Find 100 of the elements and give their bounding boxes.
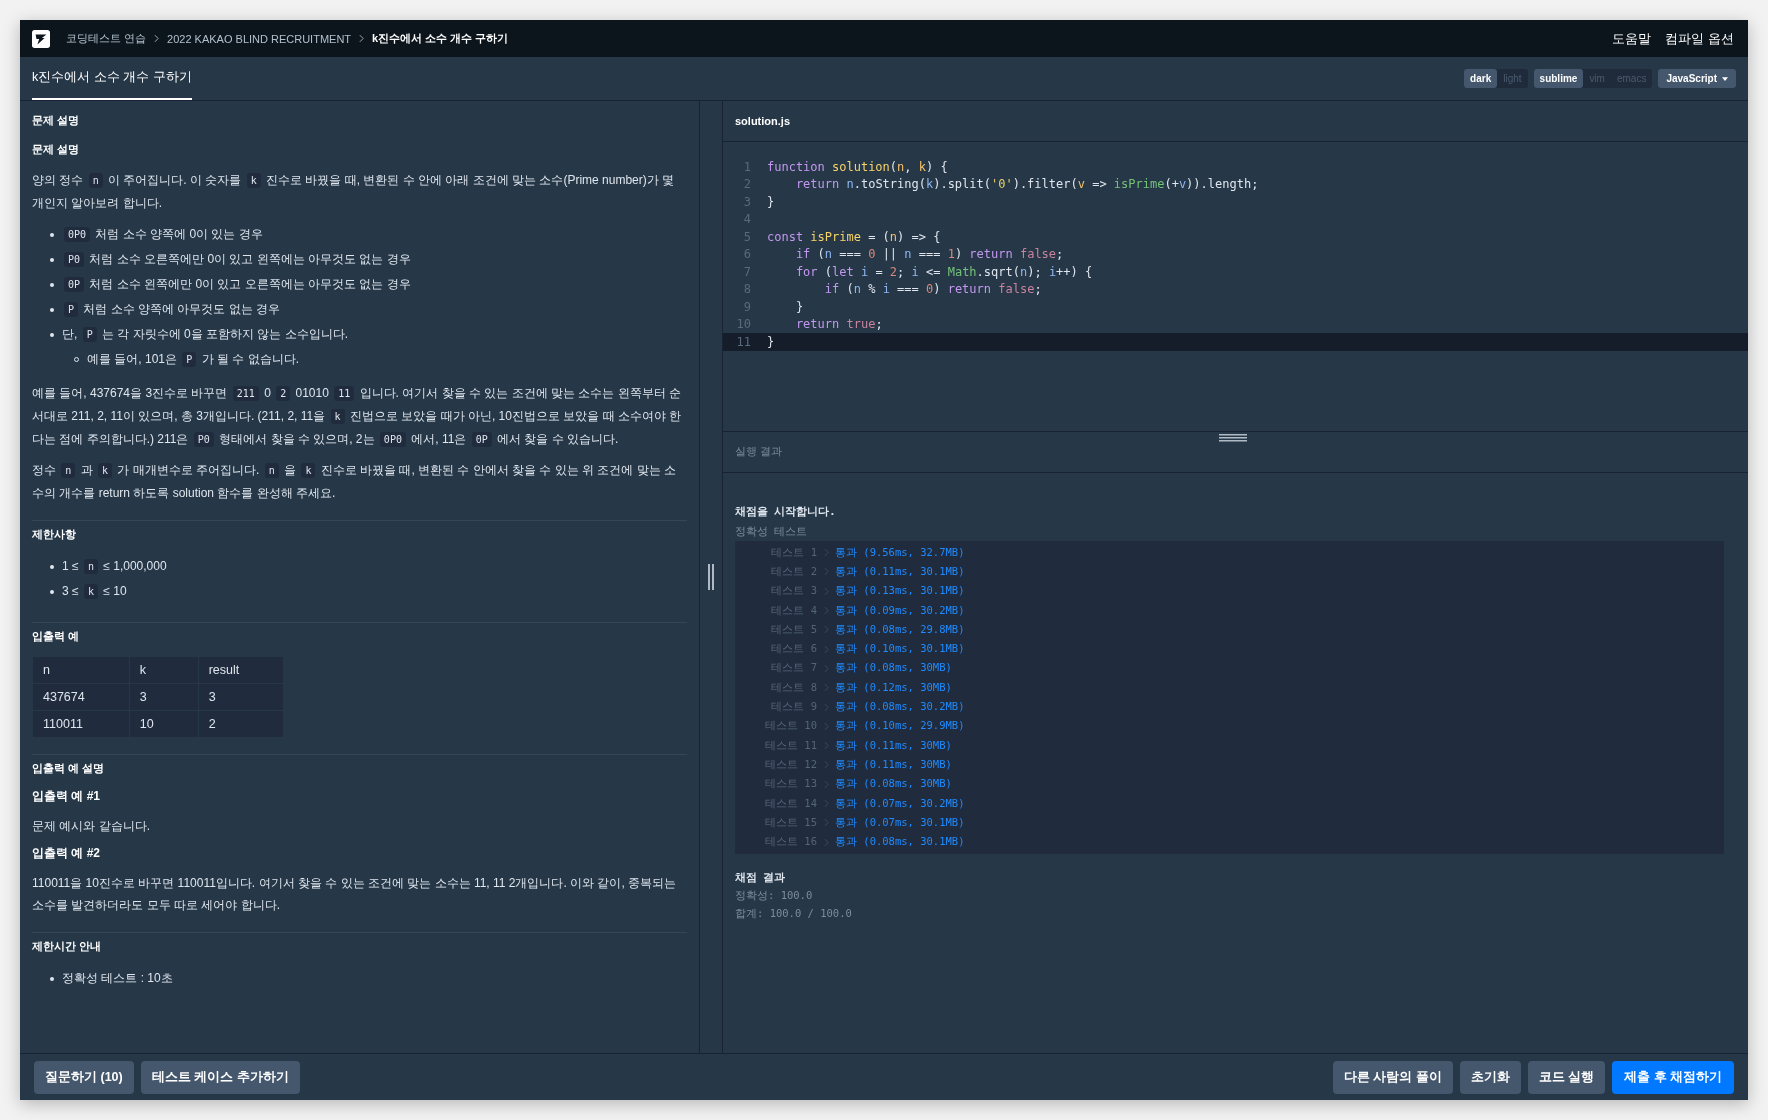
test-label: 테스트 3 — [770, 584, 817, 599]
resize-handle-icon[interactable] — [1219, 434, 1247, 442]
output-text: 합계: 100.0 / 100.0 — [735, 905, 853, 921]
subheading: 입출력 예 #1 — [32, 788, 101, 805]
section-heading: 입출력 예 — [32, 629, 81, 644]
code-line: function solution(n, k) { — [767, 159, 948, 174]
breadcrumb-link[interactable]: k진수에서 소수 개수 구하기 — [372, 31, 509, 46]
test-label: 테스트 1 — [770, 545, 817, 560]
list-item: 0P 처럼 소수 왼쪽에만 0이 있고 오른쪽에는 아무것도 없는 경우 — [62, 272, 411, 297]
action-button[interactable]: 테스트 케이스 추가하기 — [140, 1060, 300, 1094]
list-item: 0P0 처럼 소수 양쪽에 0이 있는 경우 — [62, 222, 263, 247]
header-link[interactable]: 컴파일 옵션 — [1665, 29, 1734, 48]
bullet-icon — [50, 589, 54, 594]
code-line: return true; — [794, 317, 883, 332]
action-button[interactable]: 코드 실행 — [1527, 1060, 1606, 1094]
panel-title: 실행 결과 — [735, 445, 782, 459]
header-link[interactable]: 도움말 — [1612, 29, 1652, 48]
test-label: 테스트 10 — [764, 719, 817, 734]
section-heading: 제한시간 안내 — [32, 939, 103, 954]
output-text: 정확성 테스트 — [735, 524, 809, 539]
table-header: k — [129, 656, 199, 684]
test-label: 테스트 2 — [770, 564, 817, 579]
paragraph: 정수 n 과 k 가 매개변수로 주어집니다. n 을 k 진수로 바꿨을 때, 변환된 수 안에서 찾을 수 있는 위 조건에 맞는 소수의 개수를 return 하도록 solution 함수를 완성해 주세요. — [32, 462, 678, 502]
code-line: } — [794, 299, 804, 314]
breadcrumb-link[interactable]: 코딩테스트 연습 — [66, 31, 147, 46]
bullet-icon — [50, 307, 54, 312]
test-result: 통과 (0.10ms, 30.1MB) — [835, 642, 965, 657]
table-cell: 2 — [198, 710, 284, 738]
test-label: 테스트 9 — [770, 700, 817, 714]
test-result: 통과 (0.11ms, 30.1MB) — [835, 564, 965, 579]
theme-option[interactable]: dark — [1464, 69, 1498, 88]
test-result: 통과 (0.10ms, 29.9MB) — [835, 719, 965, 734]
action-button[interactable]: 초기화 — [1459, 1060, 1521, 1094]
test-result: 통과 (0.08ms, 30MB) — [835, 661, 952, 676]
section-heading: 제한사항 — [32, 527, 77, 542]
test-result: 통과 (0.12ms, 30MB) — [835, 680, 952, 695]
list-item: 예를 들어, 101은 P 가 될 수 없습니다. — [87, 351, 300, 369]
line-number: 11 — [735, 334, 751, 349]
paragraph: 110011을 10진수로 바꾸면 110011입니다. 여기서 찾을 수 있는 조건에 맞는 소수는 11, 11 2개입니다. 이와 같이, 중복되는 소수를 발견하더라도 모두 따로 세어야 합니다. — [32, 875, 678, 914]
paragraph: 예를 들어, 437674을 3진수로 바꾸면 211 0 2 01010 11 입니다. 여기서 찾을 수 있는 조건에 맞는 소수는 왼쪽부터 순서대로 211, 2, 11이 있으며, 총 3개입니다. (211, 2, 11을 k 진법으로 보았을 때가 아닌, 10진법으로 보았을 때 소수여야 한다는 점에 주의합니다.) 211은 P0 형태에서 찾을 수 있으며, 2는 0P0 에서, 11은 0P 에서 찾을 수 있습니다. — [32, 385, 683, 449]
test-label: 테스트 5 — [770, 622, 817, 637]
code-line: return n.toString(k).split('0').filter(v => isPrime(+v)).length; — [794, 177, 1259, 192]
bullet-icon — [50, 564, 54, 569]
test-label: 테스트 8 — [770, 680, 817, 695]
test-result: 통과 (0.08ms, 30.2MB) — [835, 700, 965, 714]
list-item: 단, P 는 각 자릿수에 0을 포함하지 않는 소수입니다. — [62, 326, 349, 344]
code-line: if (n === 0 || n === 1) return false; — [794, 247, 1064, 262]
logo-icon[interactable] — [32, 29, 50, 48]
test-label: 테스트 12 — [764, 757, 817, 772]
code-line: } — [767, 194, 775, 209]
test-label: 테스트 15 — [764, 815, 817, 830]
bullet-icon — [50, 282, 54, 287]
code-line: for (let i = 2; i <= Math.sqrt(n); i++) { — [794, 264, 1093, 279]
paragraph: 문제 예시와 같습니다. — [32, 818, 151, 835]
test-result: 통과 (0.09ms, 30.2MB) — [835, 603, 965, 618]
caret-icon — [1722, 76, 1728, 81]
breadcrumb-link[interactable]: 2022 KAKAO BLIND RECRUITMENT — [167, 32, 352, 45]
chevron-icon — [154, 34, 160, 43]
test-label: 테스트 11 — [764, 738, 817, 753]
keymap-option[interactable]: sublime — [1533, 69, 1584, 88]
problem-tab[interactable]: k진수에서 소수 개수 구하기 — [32, 57, 192, 100]
table-cell: 3 — [129, 683, 199, 711]
section-heading: 입출력 예 설명 — [32, 761, 106, 776]
file-name: solution.js — [723, 101, 1748, 142]
bullet-icon — [50, 232, 54, 237]
subheading: 입출력 예 #2 — [32, 845, 101, 862]
test-label: 테스트 7 — [770, 661, 817, 676]
code-line: if (n % i === 0) return false; — [823, 282, 1042, 297]
test-label: 테스트 4 — [770, 603, 817, 618]
action-button[interactable]: 제출 후 채점하기 — [1612, 1060, 1734, 1094]
bullet-icon — [50, 257, 54, 262]
code-line: } — [767, 334, 775, 349]
test-result: 통과 (0.13ms, 30.1MB) — [835, 584, 965, 599]
test-label: 테스트 16 — [764, 835, 817, 850]
output-text: 정확성: 100.0 — [735, 887, 814, 903]
action-button[interactable]: 질문하기 (10) — [34, 1060, 134, 1094]
test-result: 통과 (0.08ms, 29.8MB) — [835, 622, 965, 637]
table-header: n — [32, 656, 130, 684]
test-result: 통과 (0.07ms, 30.2MB) — [835, 796, 965, 811]
test-result: 통과 (0.11ms, 30MB) — [835, 757, 952, 772]
list-item: P0 처럼 소수 오른쪽에만 0이 있고 왼쪽에는 아무것도 없는 경우 — [62, 247, 411, 272]
test-result: 통과 (0.08ms, 30.1MB) — [835, 835, 965, 850]
resize-handle-icon[interactable] — [707, 564, 715, 590]
table-cell: 10 — [129, 710, 199, 738]
language-dropdown[interactable]: JavaScript — [1658, 69, 1736, 88]
section-title: 문제 설명 — [32, 113, 81, 128]
test-result: 통과 (0.08ms, 30MB) — [835, 777, 952, 792]
table-header: result — [198, 656, 284, 684]
table-cell: 3 — [198, 683, 284, 711]
bullet-icon — [50, 332, 54, 337]
section-heading: 문제 설명 — [32, 142, 81, 157]
action-button[interactable]: 다른 사람의 풀이 — [1332, 1060, 1453, 1094]
code-line: const isPrime = (n) => { — [767, 229, 941, 244]
table-cell: 437674 — [32, 683, 130, 711]
table-cell: 110011 — [32, 710, 130, 738]
list-item: 정확성 테스트 : 10초 — [62, 970, 173, 987]
test-result: 통과 (0.07ms, 30.1MB) — [835, 815, 965, 830]
output-text: 채점 결과 — [735, 869, 787, 885]
list-item: P 처럼 소수 양쪽에 아무것도 없는 경우 — [62, 297, 281, 322]
paragraph: 양의 정수 n 이 주어집니다. 이 숫자를 k 진수로 바꿨을 때, 변환된 수 안에 아래 조건에 맞는 소수(Prime number)가 몇 개인지 알아보려 합니다. — [32, 172, 676, 212]
